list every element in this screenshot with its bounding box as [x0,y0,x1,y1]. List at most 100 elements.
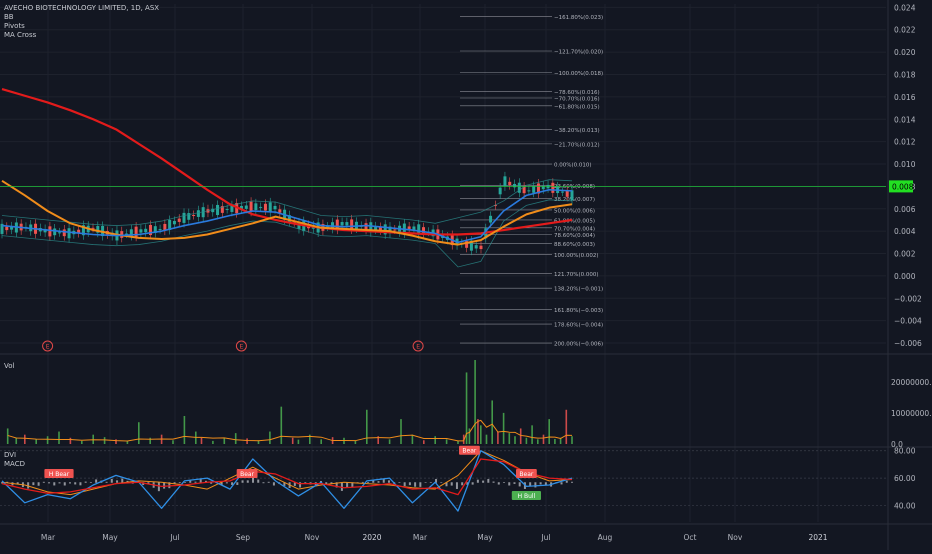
x-tick-label: Jul [540,533,550,542]
volume-bar [411,434,414,444]
candle-body [48,226,52,237]
candle-body [513,183,517,188]
volume-bar [537,439,539,444]
candle-body [158,229,162,231]
macd-histogram-bar [571,481,573,483]
candle-body [249,201,253,212]
macd-histogram-bar [424,482,427,483]
x-tick-label: 2021 [808,533,827,542]
symbol-title[interactable]: AVECHO BIOTECHNOLOGY LIMITED, 1D, ASX [4,4,159,13]
volume-bar [525,437,528,444]
volume-bar [212,440,214,444]
macd-histogram-bar [178,482,181,484]
macd-histogram-bar [565,480,568,483]
x-tick-label: Nov [728,533,743,542]
fib-level-label: −21.70%(0.012) [554,142,600,148]
volume-bar [24,434,26,444]
volume-bar [58,431,60,444]
indicator-ma-cross[interactable]: MA Cross [4,31,159,40]
earnings-marker-label: E [240,344,244,351]
macd-histogram-bar [32,482,35,486]
macd-histogram-bar [272,482,275,486]
indicator-bb[interactable]: BB [4,13,159,22]
y-tick-label: 0.018 [894,70,916,79]
y-tick-label: −0.004 [894,317,922,326]
y-tick-label: 0.002 [894,250,916,259]
fib-level-label: 50.00%(0.006) [554,208,595,214]
candle-body [254,203,258,211]
indicator-pivots[interactable]: Pivots [4,22,159,31]
chart-root[interactable]: 0.024 0.022 0.020 0.018 0.016 0.014 0.012 0.010… [0,0,932,550]
x-tick-label: Oct [684,533,697,542]
volume-bar [15,437,18,444]
candle-body [560,191,564,193]
macd-histogram-bar [398,482,401,483]
candle-body [570,190,574,201]
macd-histogram-bar [262,482,265,484]
volume-tick-label: 20000000.0 [891,378,932,387]
candle-body [182,212,186,223]
candle-body [172,220,176,225]
fib-level-label: −70.70%(0.016) [554,96,600,102]
indicator-tick-label: 40.00 [894,502,916,511]
volume-bar [497,431,499,444]
macd-histogram-bar [367,481,370,483]
chart-background [0,0,932,550]
volume-bar [508,433,511,444]
earnings-marker-label: E [46,344,50,351]
macd-histogram-bar [414,482,417,487]
macd-histogram-bar [419,482,422,487]
macd-histogram-bar [225,482,228,484]
volume-bar [514,436,516,444]
fib-level-label: −100.00%(0.018) [554,71,603,77]
macd-histogram-bar [184,482,187,483]
y-tick-label: 0.004 [894,227,916,236]
macd-histogram-bar [63,482,66,486]
fib-level-label: −121.70%(0.020) [554,49,603,55]
volume-bar [35,439,37,444]
candle-body [53,228,57,236]
indicator-tick-label: 80.00 [894,447,916,456]
macd-histogram-bar [361,481,364,483]
bull-tag-label: H Bull [518,493,536,500]
x-tick-label: Nov [305,533,320,542]
volume-bar [6,428,9,444]
fib-level-label: 121.70%(0.000) [554,272,599,278]
y-tick-label: 0.012 [894,138,916,147]
macd-histogram-bar [267,481,270,483]
macd-histogram-bar [377,481,380,483]
fib-level-label: −61.80%(0.015) [554,104,600,110]
current-price-label: 0.008 [892,182,914,191]
volume-bar [366,409,368,444]
volume-tick-label: 10000000.0 [891,409,932,418]
fib-level-label: 100.00%(0.002) [554,253,599,259]
volume-bar [297,439,300,444]
candle-body [532,186,536,193]
candle-body [144,228,148,233]
volume-bar [474,360,476,444]
candle-body [139,229,143,233]
volume-bar [103,437,106,444]
macd-histogram-bar [492,481,495,483]
candle-body [474,245,478,249]
macd-histogram-bar [497,482,500,485]
chart-canvas[interactable]: 0.024 0.022 0.020 0.018 0.016 0.014 0.012 0.010… [0,0,932,550]
candle-body [479,245,483,250]
bear-tag-label: H Bear [49,471,70,478]
volume-label[interactable]: Vol [4,362,14,371]
macd-histogram-bar [455,482,458,489]
x-tick-label: May [477,533,493,542]
candle-body [57,232,61,234]
macd-histogram-bar [403,482,406,487]
indicator-dvi-label[interactable]: DVI [4,451,25,460]
volume-bar [434,436,436,444]
candle-body [62,229,66,237]
volume-bar [69,437,72,444]
indicator-tick-label: 60.00 [894,474,916,483]
fib-level-label: 138.20%(−0.001) [554,287,603,293]
indicator-macd-label[interactable]: MACD [4,460,25,469]
candle-body [263,203,267,211]
macd-histogram-bar [513,482,516,484]
macd-histogram-bar [42,481,45,483]
indicator-legend: DVI MACD [4,451,25,469]
